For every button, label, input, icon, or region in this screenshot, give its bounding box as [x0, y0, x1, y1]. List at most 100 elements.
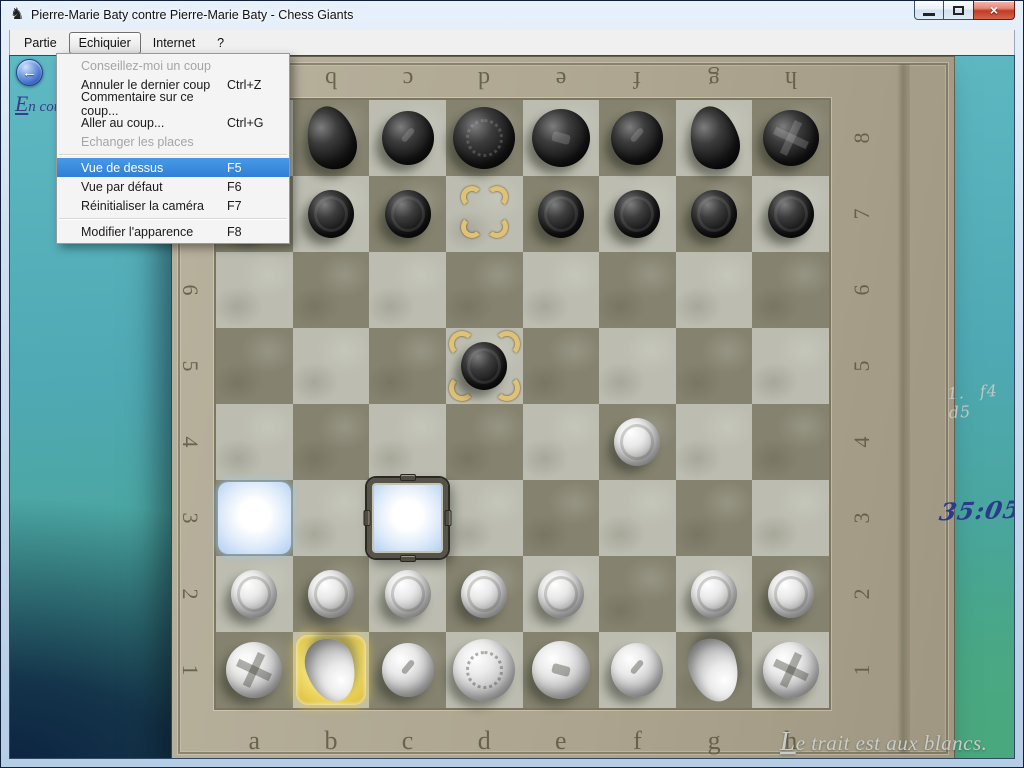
- minimize-button[interactable]: [914, 1, 944, 20]
- piece-body: [382, 111, 434, 165]
- black-queen-d8[interactable]: [453, 107, 515, 169]
- square-b6[interactable]: [293, 252, 370, 328]
- white-bishop-f1[interactable]: [611, 643, 663, 697]
- white-pawn-f4[interactable]: [614, 418, 660, 466]
- gold-corner-marker: [486, 216, 508, 238]
- maximize-icon: [953, 6, 964, 15]
- white-pawn-a2[interactable]: [231, 570, 277, 618]
- square-b5[interactable]: [293, 328, 370, 404]
- black-pawn-h7[interactable]: [768, 190, 814, 238]
- piece-body: [614, 190, 660, 238]
- black-bishop-c8[interactable]: [382, 111, 434, 165]
- white-king-e1[interactable]: [532, 641, 590, 699]
- highlight-origin-marker-d7: [446, 176, 523, 252]
- square-g5[interactable]: [676, 328, 753, 404]
- black-knight-g8[interactable]: [690, 106, 738, 170]
- black-pawn-g7[interactable]: [691, 190, 737, 238]
- white-knight-g1[interactable]: [690, 638, 738, 702]
- piece-body: [382, 643, 434, 697]
- square-g6[interactable]: [676, 252, 753, 328]
- white-pawn-b2[interactable]: [308, 570, 354, 618]
- white-queen-d1[interactable]: [453, 639, 515, 701]
- minimize-icon: [923, 13, 935, 16]
- back-button[interactable]: ←: [16, 59, 43, 86]
- rank-label-1: 1: [177, 665, 203, 676]
- back-arrow-icon: ←: [22, 65, 37, 80]
- menu-item-reinitialiser-la-camera[interactable]: Réinitialiser la caméraF7: [57, 196, 289, 215]
- menubar-item-partie[interactable]: Partie: [14, 32, 67, 54]
- white-pawn-c2[interactable]: [385, 570, 431, 618]
- white-bishop-c1[interactable]: [382, 643, 434, 697]
- black-king-e8[interactable]: [532, 109, 590, 167]
- menu-item-vue-de-dessus[interactable]: Vue de dessusF5: [57, 158, 289, 177]
- square-f6[interactable]: [599, 252, 676, 328]
- piece-body: [226, 642, 282, 698]
- black-pawn-f7[interactable]: [614, 190, 660, 238]
- square-b4[interactable]: [293, 404, 370, 480]
- white-pawn-g2[interactable]: [691, 570, 737, 618]
- white-knight-b1[interactable]: [307, 638, 355, 702]
- black-pawn-d5[interactable]: [461, 342, 507, 390]
- square-e5[interactable]: [523, 328, 600, 404]
- piece-body: [611, 111, 663, 165]
- menubar-item-echiquier[interactable]: Echiquier: [69, 32, 141, 54]
- square-f3[interactable]: [599, 480, 676, 556]
- file-label-f: f: [633, 725, 642, 757]
- frame-ornament: [400, 555, 416, 562]
- rank-label-4: 4: [849, 437, 875, 448]
- white-pawn-d2[interactable]: [461, 570, 507, 618]
- square-g3[interactable]: [676, 480, 753, 556]
- rank-label-6: 6: [177, 285, 203, 296]
- square-h3[interactable]: [752, 480, 829, 556]
- square-e4[interactable]: [523, 404, 600, 480]
- square-e3[interactable]: [523, 480, 600, 556]
- square-g4[interactable]: [676, 404, 753, 480]
- piece-body: [532, 641, 590, 699]
- menu-item-vue-par-defaut[interactable]: Vue par défautF6: [57, 177, 289, 196]
- black-pawn-e7[interactable]: [538, 190, 584, 238]
- square-c5[interactable]: [369, 328, 446, 404]
- square-f5[interactable]: [599, 328, 676, 404]
- square-a5[interactable]: [216, 328, 293, 404]
- black-pawn-c7[interactable]: [385, 190, 431, 238]
- white-rook-a1[interactable]: [226, 642, 282, 698]
- white-rook-h1[interactable]: [763, 642, 819, 698]
- square-d6[interactable]: [446, 252, 523, 328]
- file-label-d: d: [478, 725, 491, 757]
- frame-ornament: [444, 510, 451, 526]
- square-h6[interactable]: [752, 252, 829, 328]
- gold-corner-marker: [461, 216, 483, 238]
- white-pawn-h2[interactable]: [768, 570, 814, 618]
- menu-item-commentaire-sur-ce-coup[interactable]: Commentaire sur ce coup...: [57, 94, 289, 113]
- menu-item-modifier-l-apparence[interactable]: Modifier l'apparenceF8: [57, 222, 289, 241]
- highlight-move-glow-a3: [216, 480, 293, 556]
- square-d3[interactable]: [446, 480, 523, 556]
- square-a6[interactable]: [216, 252, 293, 328]
- black-knight-b8[interactable]: [307, 106, 355, 170]
- square-e6[interactable]: [523, 252, 600, 328]
- black-rook-h8[interactable]: [763, 110, 819, 166]
- piece-body: [611, 643, 663, 697]
- black-bishop-f8[interactable]: [611, 111, 663, 165]
- file-label-g: g: [708, 63, 720, 95]
- square-f2[interactable]: [599, 556, 676, 632]
- close-button[interactable]: ×: [973, 1, 1015, 20]
- square-d4[interactable]: [446, 404, 523, 480]
- square-c6[interactable]: [369, 252, 446, 328]
- file-label-h: h: [785, 63, 797, 95]
- piece-body: [682, 101, 746, 176]
- square-h4[interactable]: [752, 404, 829, 480]
- square-c4[interactable]: [369, 404, 446, 480]
- menubar-item-internet[interactable]: Internet: [143, 32, 205, 54]
- square-h5[interactable]: [752, 328, 829, 404]
- white-pawn-e2[interactable]: [538, 570, 584, 618]
- titlebar[interactable]: ♞ Pierre-Marie Baty contre Pierre-Marie …: [1, 1, 1023, 30]
- square-a4[interactable]: [216, 404, 293, 480]
- maximize-button[interactable]: [944, 1, 973, 20]
- close-icon: ×: [990, 3, 998, 17]
- piece-body: [768, 570, 814, 618]
- black-pawn-b7[interactable]: [308, 190, 354, 238]
- square-b3[interactable]: [293, 480, 370, 556]
- rank-label-5: 5: [849, 361, 875, 372]
- menubar-item-help[interactable]: ?: [207, 32, 234, 54]
